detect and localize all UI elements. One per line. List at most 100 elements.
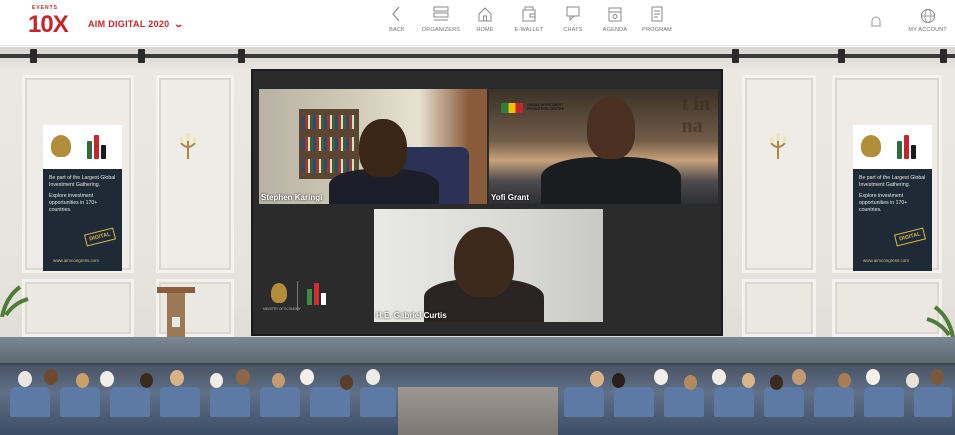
digital-stamp: DIGITAL xyxy=(893,227,927,247)
chevron-down-icon: ⌄ xyxy=(173,18,185,29)
my-account-label: MY ACCOUNT xyxy=(908,27,947,33)
main-nav: BACK ORGANIZERS HOME E-WALLET CHATS AGEN… xyxy=(376,4,678,42)
nav-organizers-button[interactable]: ORGANIZERS xyxy=(418,4,464,42)
nav-agenda-button[interactable]: AGENDA xyxy=(594,4,636,42)
attendee xyxy=(590,371,604,387)
banner-heading: Be part of the Largest Global Investment… xyxy=(49,175,116,188)
attendee xyxy=(170,370,184,386)
bell-icon[interactable] xyxy=(866,12,886,32)
promo-banner-right[interactable]: Be part of the Largest Global Investment… xyxy=(853,125,932,271)
speaker-head xyxy=(587,97,635,159)
nav-home-label: HOME xyxy=(476,27,494,33)
attendee xyxy=(272,373,285,388)
plant-icon xyxy=(926,305,955,337)
my-account-button[interactable]: MY ACCOUNT xyxy=(908,8,947,33)
attendee xyxy=(612,373,625,388)
bookshelf xyxy=(299,109,359,179)
nav-ewallet-button[interactable]: E-WALLET xyxy=(506,4,552,42)
attendee xyxy=(340,375,353,390)
aim-logo-icon xyxy=(897,133,921,159)
nav-program-button[interactable]: PROGRAM xyxy=(636,4,678,42)
spotlight-icon xyxy=(732,49,739,63)
banner-body-text: Explore investment opportunities in 170+… xyxy=(859,193,908,213)
wall-sconce-icon xyxy=(179,133,197,159)
program-icon xyxy=(651,6,663,22)
seat xyxy=(564,387,604,417)
seat xyxy=(260,387,300,417)
logo-main-text: 10X xyxy=(28,11,69,39)
attendee xyxy=(792,369,806,385)
nav-ewallet-label: E-WALLET xyxy=(514,27,544,33)
seat xyxy=(764,387,804,417)
attendee xyxy=(906,373,919,388)
lower-panel xyxy=(742,279,816,337)
event-name: AIM DIGITAL 2020 xyxy=(88,19,170,29)
plant-icon xyxy=(0,285,29,317)
seat xyxy=(864,387,904,417)
seat xyxy=(914,387,952,417)
wall-panel-right-inner xyxy=(742,75,816,273)
video-tile-participant-2[interactable]: GHANA INVESTMENT PROMOTION CENTRE t in n… xyxy=(489,89,718,204)
seat xyxy=(714,387,754,417)
banner-heading: Be part of the Largest Global Investment… xyxy=(859,175,926,188)
promo-banner-left[interactable]: Be part of the Largest Global Investment… xyxy=(43,125,122,271)
banner-text: Be part of the Largest Global Investment… xyxy=(43,169,122,224)
attendee xyxy=(210,373,223,388)
nav-organizers-label: ORGANIZERS xyxy=(421,27,461,33)
attendee xyxy=(100,371,114,387)
attendee xyxy=(44,369,58,385)
nav-chats-label: CHATS xyxy=(563,27,583,33)
spotlight-icon xyxy=(940,49,947,63)
nav-back-button[interactable]: BACK xyxy=(376,4,418,42)
gipc-logo-text: GHANA INVESTMENT PROMOTION CENTRE xyxy=(527,103,564,111)
nav-back-label: BACK xyxy=(389,27,405,33)
attendee xyxy=(742,373,755,388)
participant-name: H.E. Gabriel Curtis xyxy=(376,311,447,320)
virtual-auditorium: Be part of the Largest Global Investment… xyxy=(0,47,955,435)
aim-logo-icon xyxy=(87,133,111,159)
video-tile-participant-3[interactable]: H.E. Gabriel Curtis xyxy=(374,209,603,322)
banner-body-text: Explore investment opportunities in 170+… xyxy=(49,193,98,213)
events-10x-logo[interactable]: EVENTS 10X xyxy=(26,5,72,41)
event-selector-dropdown[interactable]: AIM DIGITAL 2020 ⌄ xyxy=(88,16,185,32)
uae-emblem-icon xyxy=(51,135,71,157)
spotlight-icon xyxy=(30,49,37,63)
attendee xyxy=(770,375,783,390)
attendee xyxy=(838,373,851,388)
wallet-icon xyxy=(522,6,536,22)
attendee xyxy=(366,369,380,385)
lower-panel xyxy=(22,279,134,337)
nav-home-button[interactable]: HOME xyxy=(464,4,506,42)
account-area: MY ACCOUNT xyxy=(866,8,947,33)
banner-logos xyxy=(43,125,122,169)
seat xyxy=(814,387,854,417)
attendee xyxy=(140,373,153,388)
seat xyxy=(360,387,396,417)
attendee xyxy=(300,369,314,385)
attendee xyxy=(712,369,726,385)
nav-chats-button[interactable]: CHATS xyxy=(552,4,594,42)
back-chevron-icon xyxy=(392,6,400,22)
wall-sconce-icon xyxy=(769,133,787,159)
attendee xyxy=(76,373,89,388)
uae-emblem-icon xyxy=(861,135,881,157)
top-navigation-bar: EVENTS 10X AIM DIGITAL 2020 ⌄ BACK ORGAN… xyxy=(0,0,955,46)
participant-name: Yofi Grant xyxy=(491,193,530,202)
background-slide-text: t in na xyxy=(681,93,710,137)
organizers-icon xyxy=(433,6,449,21)
banner-url: www.aimcongress.com xyxy=(863,258,910,263)
ministry-of-economy-logo: MINISTRY OF ECONOMY xyxy=(263,281,343,317)
seat xyxy=(160,387,200,417)
banner-logos xyxy=(853,125,932,169)
seat xyxy=(110,387,150,417)
attendee xyxy=(684,375,697,390)
attendee xyxy=(930,369,944,385)
aim-logo-icon xyxy=(307,283,333,305)
seat xyxy=(310,387,350,417)
nav-agenda-label: AGENDA xyxy=(602,27,628,33)
home-icon xyxy=(478,7,492,22)
seat xyxy=(664,387,704,417)
speaker-body xyxy=(541,157,681,204)
video-tile-participant-1[interactable]: Stephen Karingi xyxy=(259,89,487,204)
main-video-screen[interactable]: Stephen Karingi GHANA INVESTMENT PROMOTI… xyxy=(251,69,723,336)
